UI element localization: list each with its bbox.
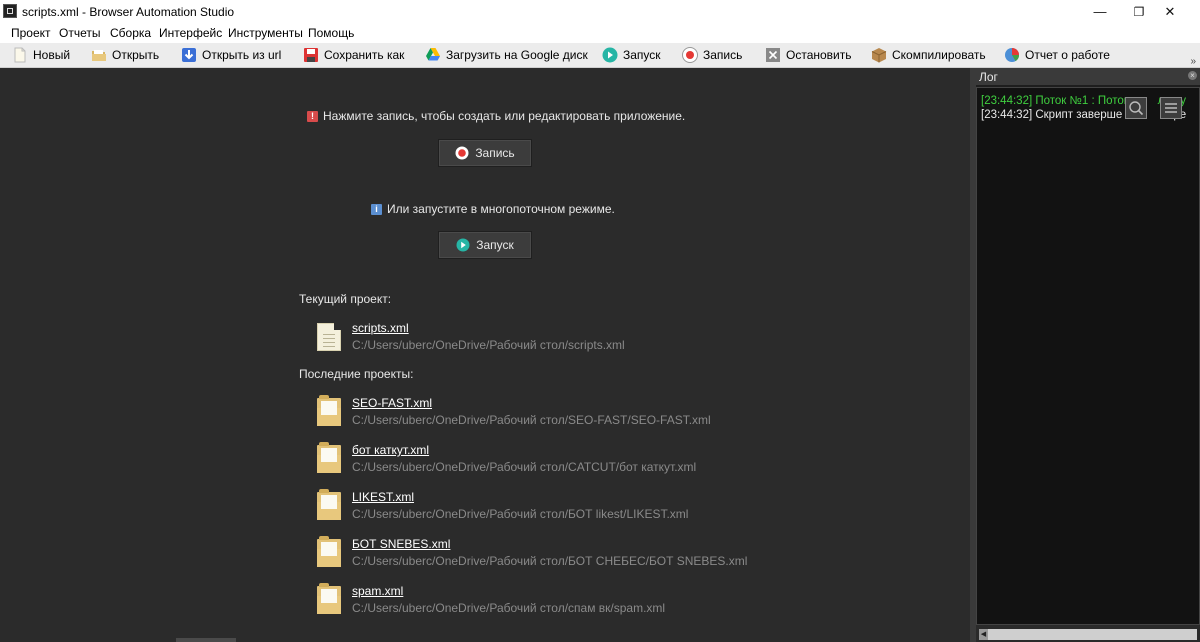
- menu-project[interactable]: Проект: [11, 26, 51, 40]
- run-button-label: Запуск: [476, 238, 514, 252]
- scroll-left-icon[interactable]: ◀: [979, 629, 988, 640]
- run-toolbar-button[interactable]: Запуск: [602, 45, 661, 65]
- menu-interface[interactable]: Интерфейс: [159, 26, 222, 40]
- project-name[interactable]: spam.xml: [352, 584, 403, 598]
- folder-icon: [317, 442, 341, 473]
- record-button-label: Запись: [475, 146, 515, 160]
- project-name[interactable]: LIKEST.xml: [352, 490, 414, 504]
- file-icon: [317, 323, 341, 351]
- project-path: C:/Users/uberc/OneDrive/Рабочий стол/БОТ…: [352, 507, 689, 521]
- current-project-label: Текущий проект:: [299, 292, 392, 306]
- run-toolbar-button-label: Запуск: [623, 48, 661, 62]
- package-icon: [871, 47, 887, 63]
- stop-button[interactable]: Остановить: [765, 45, 852, 65]
- project-name[interactable]: SEO-FAST.xml: [352, 396, 432, 410]
- open-url-button[interactable]: Открыть из url: [181, 45, 281, 65]
- info-icon: i: [371, 203, 382, 215]
- menu-help[interactable]: Помощь: [308, 26, 354, 40]
- record-button[interactable]: Запись: [438, 139, 532, 167]
- open-url-button-label: Открыть из url: [202, 48, 282, 62]
- recent-projects-label: Последние проекты:: [299, 367, 414, 381]
- play-icon: [602, 47, 618, 63]
- save-icon: [303, 47, 319, 63]
- folder-icon: [317, 395, 341, 426]
- report-button-label: Отчет о работе: [1025, 48, 1110, 62]
- recent-project-item[interactable]: БОТ SNEBES.xml C:/Users/uberc/OneDrive/Р…: [317, 536, 747, 571]
- close-button[interactable]: ✕: [1147, 0, 1193, 24]
- title-bar: scripts.xml - Browser Automation Studio …: [0, 0, 1200, 24]
- run-hint: i Или запустите в многопоточном режиме.: [371, 202, 615, 216]
- folder-icon: [317, 583, 341, 614]
- menu-icon[interactable]: [1160, 97, 1182, 119]
- log-output[interactable]: [23:44:32] Поток №1 : Поток лен у [23:44…: [976, 87, 1200, 625]
- compile-button-label: Скомпилировать: [892, 48, 986, 62]
- folder-icon: [317, 489, 341, 520]
- project-name[interactable]: бот каткут.xml: [352, 443, 429, 457]
- warning-icon: !: [307, 110, 318, 122]
- record-hint: ! Нажмите запись, чтобы создать или реда…: [307, 109, 685, 123]
- record-toolbar-button-label: Запись: [703, 48, 743, 62]
- recent-project-item[interactable]: LIKEST.xml C:/Users/uberc/OneDrive/Рабоч…: [317, 489, 697, 524]
- toolbar: Новый Открыть Открыть из url Сохранить к…: [0, 43, 1200, 68]
- save-as-button[interactable]: Сохранить как: [303, 45, 404, 65]
- toolbar-more-button[interactable]: »: [1190, 56, 1196, 67]
- record-icon: [682, 47, 698, 63]
- recent-project-item[interactable]: SEO-FAST.xml C:/Users/uberc/OneDrive/Раб…: [317, 395, 711, 430]
- report-button[interactable]: Отчет о работе: [1004, 45, 1110, 65]
- project-path: C:/Users/uberc/OneDrive/Рабочий стол/scr…: [352, 338, 625, 352]
- project-name[interactable]: БОТ SNEBES.xml: [352, 537, 450, 551]
- new-file-icon: [12, 47, 28, 63]
- app-icon: [3, 4, 17, 18]
- welcome-panel: ! Нажмите запись, чтобы создать или реда…: [0, 68, 970, 642]
- google-drive-button-label: Загрузить на Google диск: [446, 48, 588, 62]
- record-toolbar-button[interactable]: Запись: [682, 45, 742, 65]
- open-folder-icon: [91, 47, 107, 63]
- menu-reports[interactable]: Отчеты: [59, 26, 100, 40]
- save-as-button-label: Сохранить как: [324, 48, 405, 62]
- play-icon: [456, 238, 470, 252]
- record-icon: [455, 146, 469, 160]
- compile-button[interactable]: Скомпилировать: [871, 45, 986, 65]
- recent-project-item[interactable]: бот каткут.xml C:/Users/uberc/OneDrive/Р…: [317, 442, 697, 477]
- log-panel: Лог × [23:44:32] Поток №1 : Поток лен у …: [976, 68, 1200, 642]
- google-drive-button[interactable]: Загрузить на Google диск: [425, 45, 588, 65]
- log-header: Лог ×: [976, 68, 1200, 85]
- open-button-label: Открыть: [112, 48, 160, 62]
- record-hint-text: Нажмите запись, чтобы создать или редакт…: [323, 109, 686, 123]
- menu-bar: Проект Отчеты Сборка Интерфейс Инструмен…: [0, 24, 1200, 44]
- log-horizontal-scrollbar[interactable]: ◀: [976, 625, 1200, 642]
- menu-tools[interactable]: Инструменты: [228, 26, 303, 40]
- close-icon[interactable]: ×: [1188, 71, 1197, 80]
- new-button[interactable]: Новый: [12, 45, 70, 65]
- log-line: [23:44:32] Поток №1 : Поток лен у: [981, 95, 1186, 107]
- window-title: scripts.xml - Browser Automation Studio: [22, 5, 235, 19]
- log-title: Лог: [979, 70, 998, 84]
- google-drive-icon: [425, 47, 441, 63]
- project-path: C:/Users/uberc/OneDrive/Рабочий стол/БОТ…: [352, 554, 748, 568]
- project-path: C:/Users/uberc/OneDrive/Рабочий стол/CAT…: [352, 460, 697, 474]
- stop-icon: [765, 47, 781, 63]
- run-button[interactable]: Запуск: [438, 231, 532, 259]
- current-project-item[interactable]: scripts.xml C:/Users/uberc/OneDrive/Рабо…: [317, 321, 637, 355]
- project-path: C:/Users/uberc/OneDrive/Рабочий стол/SEO…: [352, 413, 711, 427]
- run-hint-text: Или запустите в многопоточном режиме.: [387, 202, 615, 216]
- open-button[interactable]: Открыть: [91, 45, 159, 65]
- log-line: [23:44:32] Скрипт заверше ре: [981, 109, 1187, 121]
- download-arrow-icon: [181, 47, 197, 63]
- bottom-scroll-handle[interactable]: [176, 638, 236, 642]
- search-icon[interactable]: [1125, 97, 1147, 119]
- project-name[interactable]: scripts.xml: [352, 321, 409, 335]
- new-button-label: Новый: [33, 48, 71, 62]
- menu-build[interactable]: Сборка: [110, 26, 151, 40]
- folder-icon: [317, 536, 341, 567]
- pie-chart-icon: [1004, 47, 1020, 63]
- recent-project-item[interactable]: spam.xml C:/Users/uberc/OneDrive/Рабочий…: [317, 583, 697, 618]
- scroll-track[interactable]: [979, 629, 1197, 640]
- project-path: C:/Users/uberc/OneDrive/Рабочий стол/спа…: [352, 601, 666, 615]
- stop-button-label: Остановить: [786, 48, 852, 62]
